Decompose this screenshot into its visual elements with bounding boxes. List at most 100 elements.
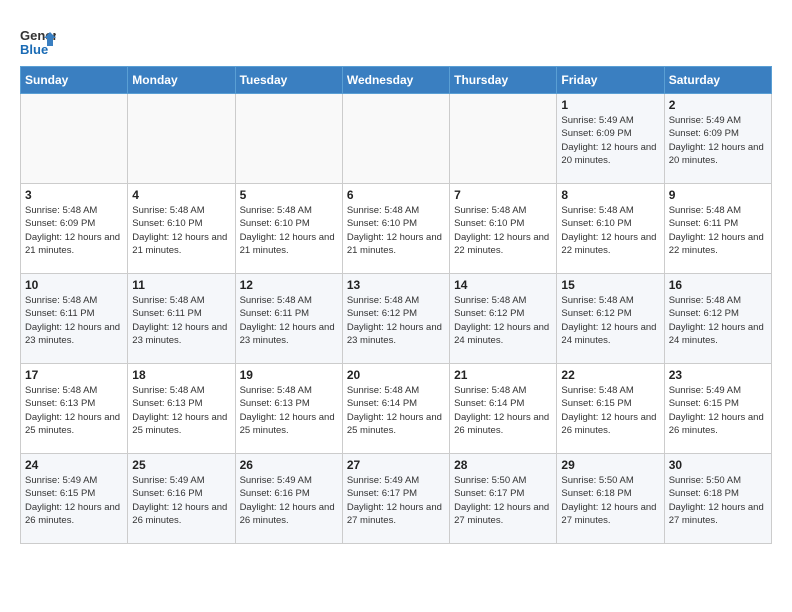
header-day-saturday: Saturday bbox=[664, 67, 771, 94]
day-info: Sunrise: 5:48 AM Sunset: 6:11 PM Dayligh… bbox=[669, 204, 767, 257]
header-day-tuesday: Tuesday bbox=[235, 67, 342, 94]
day-info: Sunrise: 5:49 AM Sunset: 6:15 PM Dayligh… bbox=[669, 384, 767, 437]
calendar-cell: 2 Sunrise: 5:49 AM Sunset: 6:09 PM Daylig… bbox=[664, 94, 771, 184]
day-info: Sunrise: 5:48 AM Sunset: 6:13 PM Dayligh… bbox=[25, 384, 123, 437]
day-number: 17 bbox=[25, 368, 123, 382]
day-info: Sunrise: 5:49 AM Sunset: 6:16 PM Dayligh… bbox=[240, 474, 338, 527]
day-number: 1 bbox=[561, 98, 659, 112]
calendar-cell: 3Sunrise: 5:48 AM Sunset: 6:09 PM Daylig… bbox=[21, 184, 128, 274]
calendar-cell: 17 Sunrise: 5:48 AM Sunset: 6:13 PM Dayli… bbox=[21, 364, 128, 454]
day-number: 22 bbox=[561, 368, 659, 382]
day-info: Sunrise: 5:48 AM Sunset: 6:09 PM Dayligh… bbox=[25, 204, 123, 257]
day-info: Sunrise: 5:48 AM Sunset: 6:14 PM Dayligh… bbox=[347, 384, 445, 437]
day-info: Sunrise: 5:48 AM Sunset: 6:14 PM Dayligh… bbox=[454, 384, 552, 437]
svg-text:Blue: Blue bbox=[20, 42, 48, 57]
day-number: 20 bbox=[347, 368, 445, 382]
calendar-cell: 20 Sunrise: 5:48 AM Sunset: 6:14 PM Dayli… bbox=[342, 364, 449, 454]
day-info: Sunrise: 5:49 AM Sunset: 6:15 PM Dayligh… bbox=[25, 474, 123, 527]
calendar-cell bbox=[342, 94, 449, 184]
header: General Blue bbox=[20, 20, 772, 60]
calendar-week-2: 3Sunrise: 5:48 AM Sunset: 6:09 PM Daylig… bbox=[21, 184, 772, 274]
header-day-wednesday: Wednesday bbox=[342, 67, 449, 94]
calendar-cell: 23Sunrise: 5:49 AM Sunset: 6:15 PM Dayli… bbox=[664, 364, 771, 454]
day-number: 14 bbox=[454, 278, 552, 292]
calendar-cell: 25 Sunrise: 5:49 AM Sunset: 6:16 PM Dayli… bbox=[128, 454, 235, 544]
day-number: 27 bbox=[347, 458, 445, 472]
day-info: Sunrise: 5:48 AM Sunset: 6:12 PM Dayligh… bbox=[454, 294, 552, 347]
day-number: 24 bbox=[25, 458, 123, 472]
day-info: Sunrise: 5:50 AM Sunset: 6:18 PM Dayligh… bbox=[669, 474, 767, 527]
calendar-cell: 28 Sunrise: 5:50 AM Sunset: 6:17 PM Dayli… bbox=[450, 454, 557, 544]
day-number: 2 bbox=[669, 98, 767, 112]
header-day-friday: Friday bbox=[557, 67, 664, 94]
calendar-week-5: 24 Sunrise: 5:49 AM Sunset: 6:15 PM Dayli… bbox=[21, 454, 772, 544]
calendar-cell bbox=[450, 94, 557, 184]
day-info: Sunrise: 5:48 AM Sunset: 6:10 PM Dayligh… bbox=[347, 204, 445, 257]
day-number: 19 bbox=[240, 368, 338, 382]
day-number: 25 bbox=[132, 458, 230, 472]
calendar-cell: 27Sunrise: 5:49 AM Sunset: 6:17 PM Dayli… bbox=[342, 454, 449, 544]
day-number: 6 bbox=[347, 188, 445, 202]
calendar-week-4: 17 Sunrise: 5:48 AM Sunset: 6:13 PM Dayli… bbox=[21, 364, 772, 454]
day-number: 4 bbox=[132, 188, 230, 202]
calendar-cell: 13Sunrise: 5:48 AM Sunset: 6:12 PM Dayli… bbox=[342, 274, 449, 364]
day-info: Sunrise: 5:50 AM Sunset: 6:18 PM Dayligh… bbox=[561, 474, 659, 527]
day-number: 29 bbox=[561, 458, 659, 472]
day-info: Sunrise: 5:48 AM Sunset: 6:12 PM Dayligh… bbox=[561, 294, 659, 347]
logo: General Blue bbox=[20, 24, 56, 60]
calendar-cell bbox=[128, 94, 235, 184]
day-number: 10 bbox=[25, 278, 123, 292]
day-number: 11 bbox=[132, 278, 230, 292]
calendar-cell: 24 Sunrise: 5:49 AM Sunset: 6:15 PM Dayli… bbox=[21, 454, 128, 544]
calendar-cell bbox=[21, 94, 128, 184]
day-number: 30 bbox=[669, 458, 767, 472]
day-info: Sunrise: 5:48 AM Sunset: 6:13 PM Dayligh… bbox=[240, 384, 338, 437]
day-number: 9 bbox=[669, 188, 767, 202]
calendar-header-row: SundayMondayTuesdayWednesdayThursdayFrid… bbox=[21, 67, 772, 94]
calendar-cell: 10 Sunrise: 5:48 AM Sunset: 6:11 PM Dayli… bbox=[21, 274, 128, 364]
header-day-thursday: Thursday bbox=[450, 67, 557, 94]
calendar-table: SundayMondayTuesdayWednesdayThursdayFrid… bbox=[20, 66, 772, 544]
calendar-cell: 16Sunrise: 5:48 AM Sunset: 6:12 PM Dayli… bbox=[664, 274, 771, 364]
day-info: Sunrise: 5:50 AM Sunset: 6:17 PM Dayligh… bbox=[454, 474, 552, 527]
calendar-cell: 26 Sunrise: 5:49 AM Sunset: 6:16 PM Dayli… bbox=[235, 454, 342, 544]
day-info: Sunrise: 5:48 AM Sunset: 6:10 PM Dayligh… bbox=[454, 204, 552, 257]
day-info: Sunrise: 5:48 AM Sunset: 6:10 PM Dayligh… bbox=[132, 204, 230, 257]
day-number: 15 bbox=[561, 278, 659, 292]
day-number: 8 bbox=[561, 188, 659, 202]
day-number: 18 bbox=[132, 368, 230, 382]
day-number: 21 bbox=[454, 368, 552, 382]
day-info: Sunrise: 5:48 AM Sunset: 6:11 PM Dayligh… bbox=[132, 294, 230, 347]
calendar-cell: 29 Sunrise: 5:50 AM Sunset: 6:18 PM Dayli… bbox=[557, 454, 664, 544]
day-info: Sunrise: 5:49 AM Sunset: 6:16 PM Dayligh… bbox=[132, 474, 230, 527]
calendar-cell: 9 Sunrise: 5:48 AM Sunset: 6:11 PM Daylig… bbox=[664, 184, 771, 274]
day-number: 26 bbox=[240, 458, 338, 472]
day-info: Sunrise: 5:48 AM Sunset: 6:12 PM Dayligh… bbox=[347, 294, 445, 347]
calendar-cell: 7 Sunrise: 5:48 AM Sunset: 6:10 PM Daylig… bbox=[450, 184, 557, 274]
day-info: Sunrise: 5:48 AM Sunset: 6:13 PM Dayligh… bbox=[132, 384, 230, 437]
calendar-cell: 22 Sunrise: 5:48 AM Sunset: 6:15 PM Dayli… bbox=[557, 364, 664, 454]
day-info: Sunrise: 5:48 AM Sunset: 6:10 PM Dayligh… bbox=[240, 204, 338, 257]
calendar-cell: 6 Sunrise: 5:48 AM Sunset: 6:10 PM Daylig… bbox=[342, 184, 449, 274]
day-number: 5 bbox=[240, 188, 338, 202]
calendar-cell: 5 Sunrise: 5:48 AM Sunset: 6:10 PM Daylig… bbox=[235, 184, 342, 274]
day-info: Sunrise: 5:49 AM Sunset: 6:09 PM Dayligh… bbox=[561, 114, 659, 167]
day-number: 28 bbox=[454, 458, 552, 472]
day-number: 16 bbox=[669, 278, 767, 292]
calendar-cell: 1 Sunrise: 5:49 AM Sunset: 6:09 PM Daylig… bbox=[557, 94, 664, 184]
day-info: Sunrise: 5:48 AM Sunset: 6:10 PM Dayligh… bbox=[561, 204, 659, 257]
day-number: 7 bbox=[454, 188, 552, 202]
header-day-monday: Monday bbox=[128, 67, 235, 94]
day-info: Sunrise: 5:49 AM Sunset: 6:09 PM Dayligh… bbox=[669, 114, 767, 167]
calendar-cell: 15 Sunrise: 5:48 AM Sunset: 6:12 PM Dayli… bbox=[557, 274, 664, 364]
calendar-week-1: 1 Sunrise: 5:49 AM Sunset: 6:09 PM Daylig… bbox=[21, 94, 772, 184]
calendar-cell bbox=[235, 94, 342, 184]
calendar-cell: 4 Sunrise: 5:48 AM Sunset: 6:10 PM Daylig… bbox=[128, 184, 235, 274]
day-info: Sunrise: 5:48 AM Sunset: 6:11 PM Dayligh… bbox=[25, 294, 123, 347]
calendar-cell: 30 Sunrise: 5:50 AM Sunset: 6:18 PM Dayli… bbox=[664, 454, 771, 544]
calendar-cell: 11 Sunrise: 5:48 AM Sunset: 6:11 PM Dayli… bbox=[128, 274, 235, 364]
calendar-cell: 14 Sunrise: 5:48 AM Sunset: 6:12 PM Dayli… bbox=[450, 274, 557, 364]
calendar-cell: 21 Sunrise: 5:48 AM Sunset: 6:14 PM Dayli… bbox=[450, 364, 557, 454]
calendar-cell: 8 Sunrise: 5:48 AM Sunset: 6:10 PM Daylig… bbox=[557, 184, 664, 274]
day-info: Sunrise: 5:48 AM Sunset: 6:15 PM Dayligh… bbox=[561, 384, 659, 437]
